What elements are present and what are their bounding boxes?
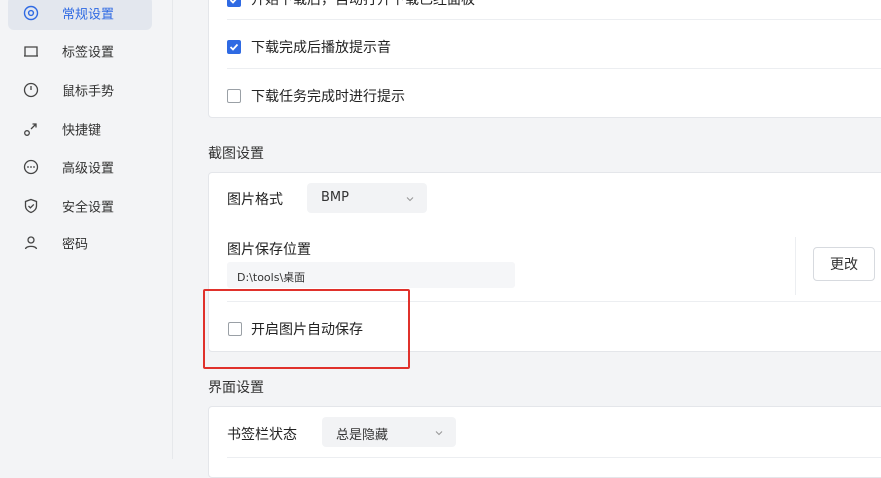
image-format-value: BMP [321,190,349,205]
user-icon [22,234,40,252]
vertical-divider [795,237,796,295]
sidebar-item-advanced[interactable]: 高级设置 [8,150,152,184]
change-path-button[interactable]: 更改 [813,247,875,281]
sidebar-item-tabs[interactable]: 标签设置 [8,34,152,68]
interface-section-title: 界面设置 [208,380,264,396]
bookmark-bar-select[interactable]: 总是隐藏 [322,417,456,447]
save-path-field[interactable]: D:\tools\桌面 [227,262,515,288]
save-location-label: 图片保存位置 [227,242,311,258]
sidebar-item-security[interactable]: 安全设置 [8,189,152,223]
sidebar-item-label: 高级设置 [62,161,115,177]
divider [227,68,881,69]
chevron-down-icon [405,193,415,208]
image-format-label: 图片格式 [227,192,283,208]
divider [227,457,881,458]
image-format-select[interactable]: BMP [307,183,427,213]
general-settings-icon [22,4,40,22]
sidebar-item-label: 鼠标手势 [62,84,115,100]
sidebar-item-label: 密码 [62,237,89,253]
tab-icon [22,42,40,60]
sidebar-item-label: 快捷键 [62,123,102,139]
download-sound-checkbox[interactable] [227,40,241,54]
main-content: 开始下载后，自动打开下载已经面板 下载完成后播放提示音 下载任务完成时进行提示 … [172,0,881,478]
mouse-icon [22,81,40,99]
sidebar-item-shortcuts[interactable]: 快捷键 [8,112,152,146]
download-settings-card: 开始下载后，自动打开下载已经面板 下载完成后播放提示音 下载任务完成时进行提示 [208,0,881,118]
sidebar-item-label: 安全设置 [62,200,115,216]
shield-icon [22,197,40,215]
save-path-value: D:\tools\桌面 [237,271,306,284]
auto-open-download-label: 开始下载后，自动打开下载已经面板 [251,0,475,8]
interface-settings-card: 书签栏状态 总是隐藏 [208,406,881,478]
sidebar-item-label: 标签设置 [62,45,115,61]
bookmark-bar-value: 总是隐藏 [336,428,389,443]
sidebar-item-label: 常规设置 [62,7,115,23]
bookmark-bar-label: 书签栏状态 [227,427,297,443]
shortcut-icon [22,120,40,138]
sidebar: 常规设置 标签设置 鼠标手势 快捷键 高级设置 安全设置 密码 [0,0,173,459]
sidebar-item-password[interactable]: 密码 [8,226,152,260]
sidebar-item-general[interactable]: 常规设置 [8,0,152,30]
chevron-down-icon [434,427,444,442]
download-sound-label: 下载完成后播放提示音 [251,40,391,56]
highlight-box [203,289,410,369]
sidebar-item-mouse-gesture[interactable]: 鼠标手势 [8,73,152,107]
screenshot-section-title: 截图设置 [208,146,264,162]
auto-open-download-checkbox[interactable] [227,0,241,7]
more-icon [22,158,40,176]
divider [227,19,881,20]
download-notify-checkbox[interactable] [227,89,241,103]
download-notify-label: 下载任务完成时进行提示 [251,89,405,105]
